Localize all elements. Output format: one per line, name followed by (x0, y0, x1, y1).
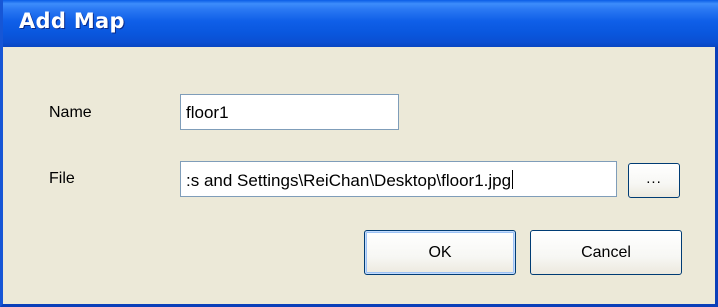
ok-button[interactable]: OK (364, 230, 516, 275)
cancel-button-label: Cancel (581, 243, 631, 261)
name-input-value: floor1 (186, 103, 229, 122)
name-input[interactable]: floor1 (180, 94, 399, 130)
text-caret (512, 170, 514, 189)
title-bar[interactable]: Add Map (3, 0, 718, 47)
ok-button-label: OK (428, 243, 452, 261)
file-path-value: :s and Settings\ReiChan\Desktop\floor1.j… (186, 171, 512, 190)
add-map-dialog: Add Map Name floor1 File :s and Settings… (0, 0, 718, 307)
browse-button[interactable]: ... (628, 163, 680, 198)
file-path-input[interactable]: :s and Settings\ReiChan\Desktop\floor1.j… (180, 161, 617, 197)
cancel-button[interactable]: Cancel (530, 230, 682, 275)
dialog-title: Add Map (19, 9, 125, 33)
browse-button-label: ... (646, 170, 662, 187)
file-label: File (49, 170, 75, 187)
name-label: Name (49, 104, 92, 121)
